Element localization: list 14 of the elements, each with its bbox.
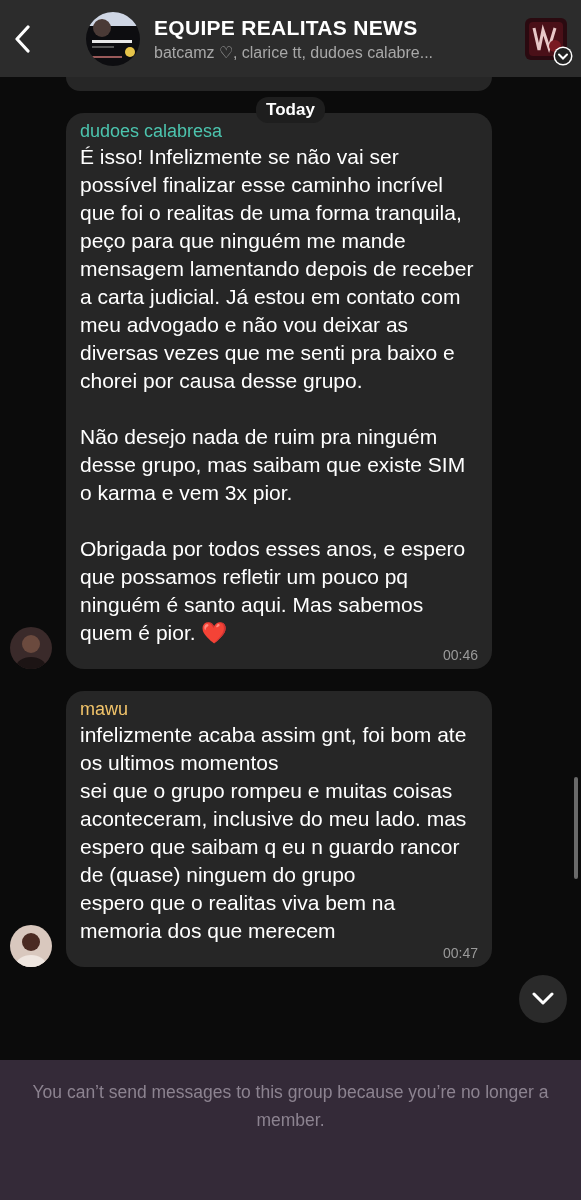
message-time: 00:46 <box>442 647 478 663</box>
date-label: Today <box>256 97 325 123</box>
chevron-down-icon <box>553 45 573 66</box>
group-title: EQUIPE REALITAS NEWS <box>154 15 419 40</box>
back-icon <box>14 24 30 53</box>
message-time: 00:47 <box>442 945 478 961</box>
sender-name: dudoes calabresa <box>80 120 224 143</box>
message-text: É isso! Infelizmente se não vai ser possível finalizar esse caminho incrível que foi o realitas de uma forma tranquila, peço para que ninguém me mande mensagem lamentando depois de receber a carta judicial. Já estou em contato com meu advogado e não vou deixar as diversas vezes que me senti pra baixo e chorei por causa desse grupo. Não desejo nada de ruim pra ninguém desse grupo, mas saibam que existe SIM o karma e vem 3x pior. Obrigada por todos esses anos, e espero que possamos refletir um pouco pq ninguém é santo aqui. Mas sabemos quem é pior. ❤ <box>80 144 475 646</box>
member-list: batcamz ♡, clarice tt, dudoes calabre... <box>154 42 517 62</box>
notice-text: You can’t send messages to this group because you’re no longer a member. <box>31 1081 550 1132</box>
chevron-down-icon <box>532 992 554 1006</box>
sender-name: mawu <box>80 698 129 721</box>
scroll-down-button[interactable] <box>519 975 567 1023</box>
message-text: infelizmente acaba assim gnt, foi bom ate os ultimos momentos sei que o grupo rompeu e muitas coisas aconteceram, inclusive do meu lado. mas espero que saibam q eu n guardo rancor de (quase) ninguem do grupo espero que o realitas viva bem na memoria dos que merecem <box>80 722 468 944</box>
